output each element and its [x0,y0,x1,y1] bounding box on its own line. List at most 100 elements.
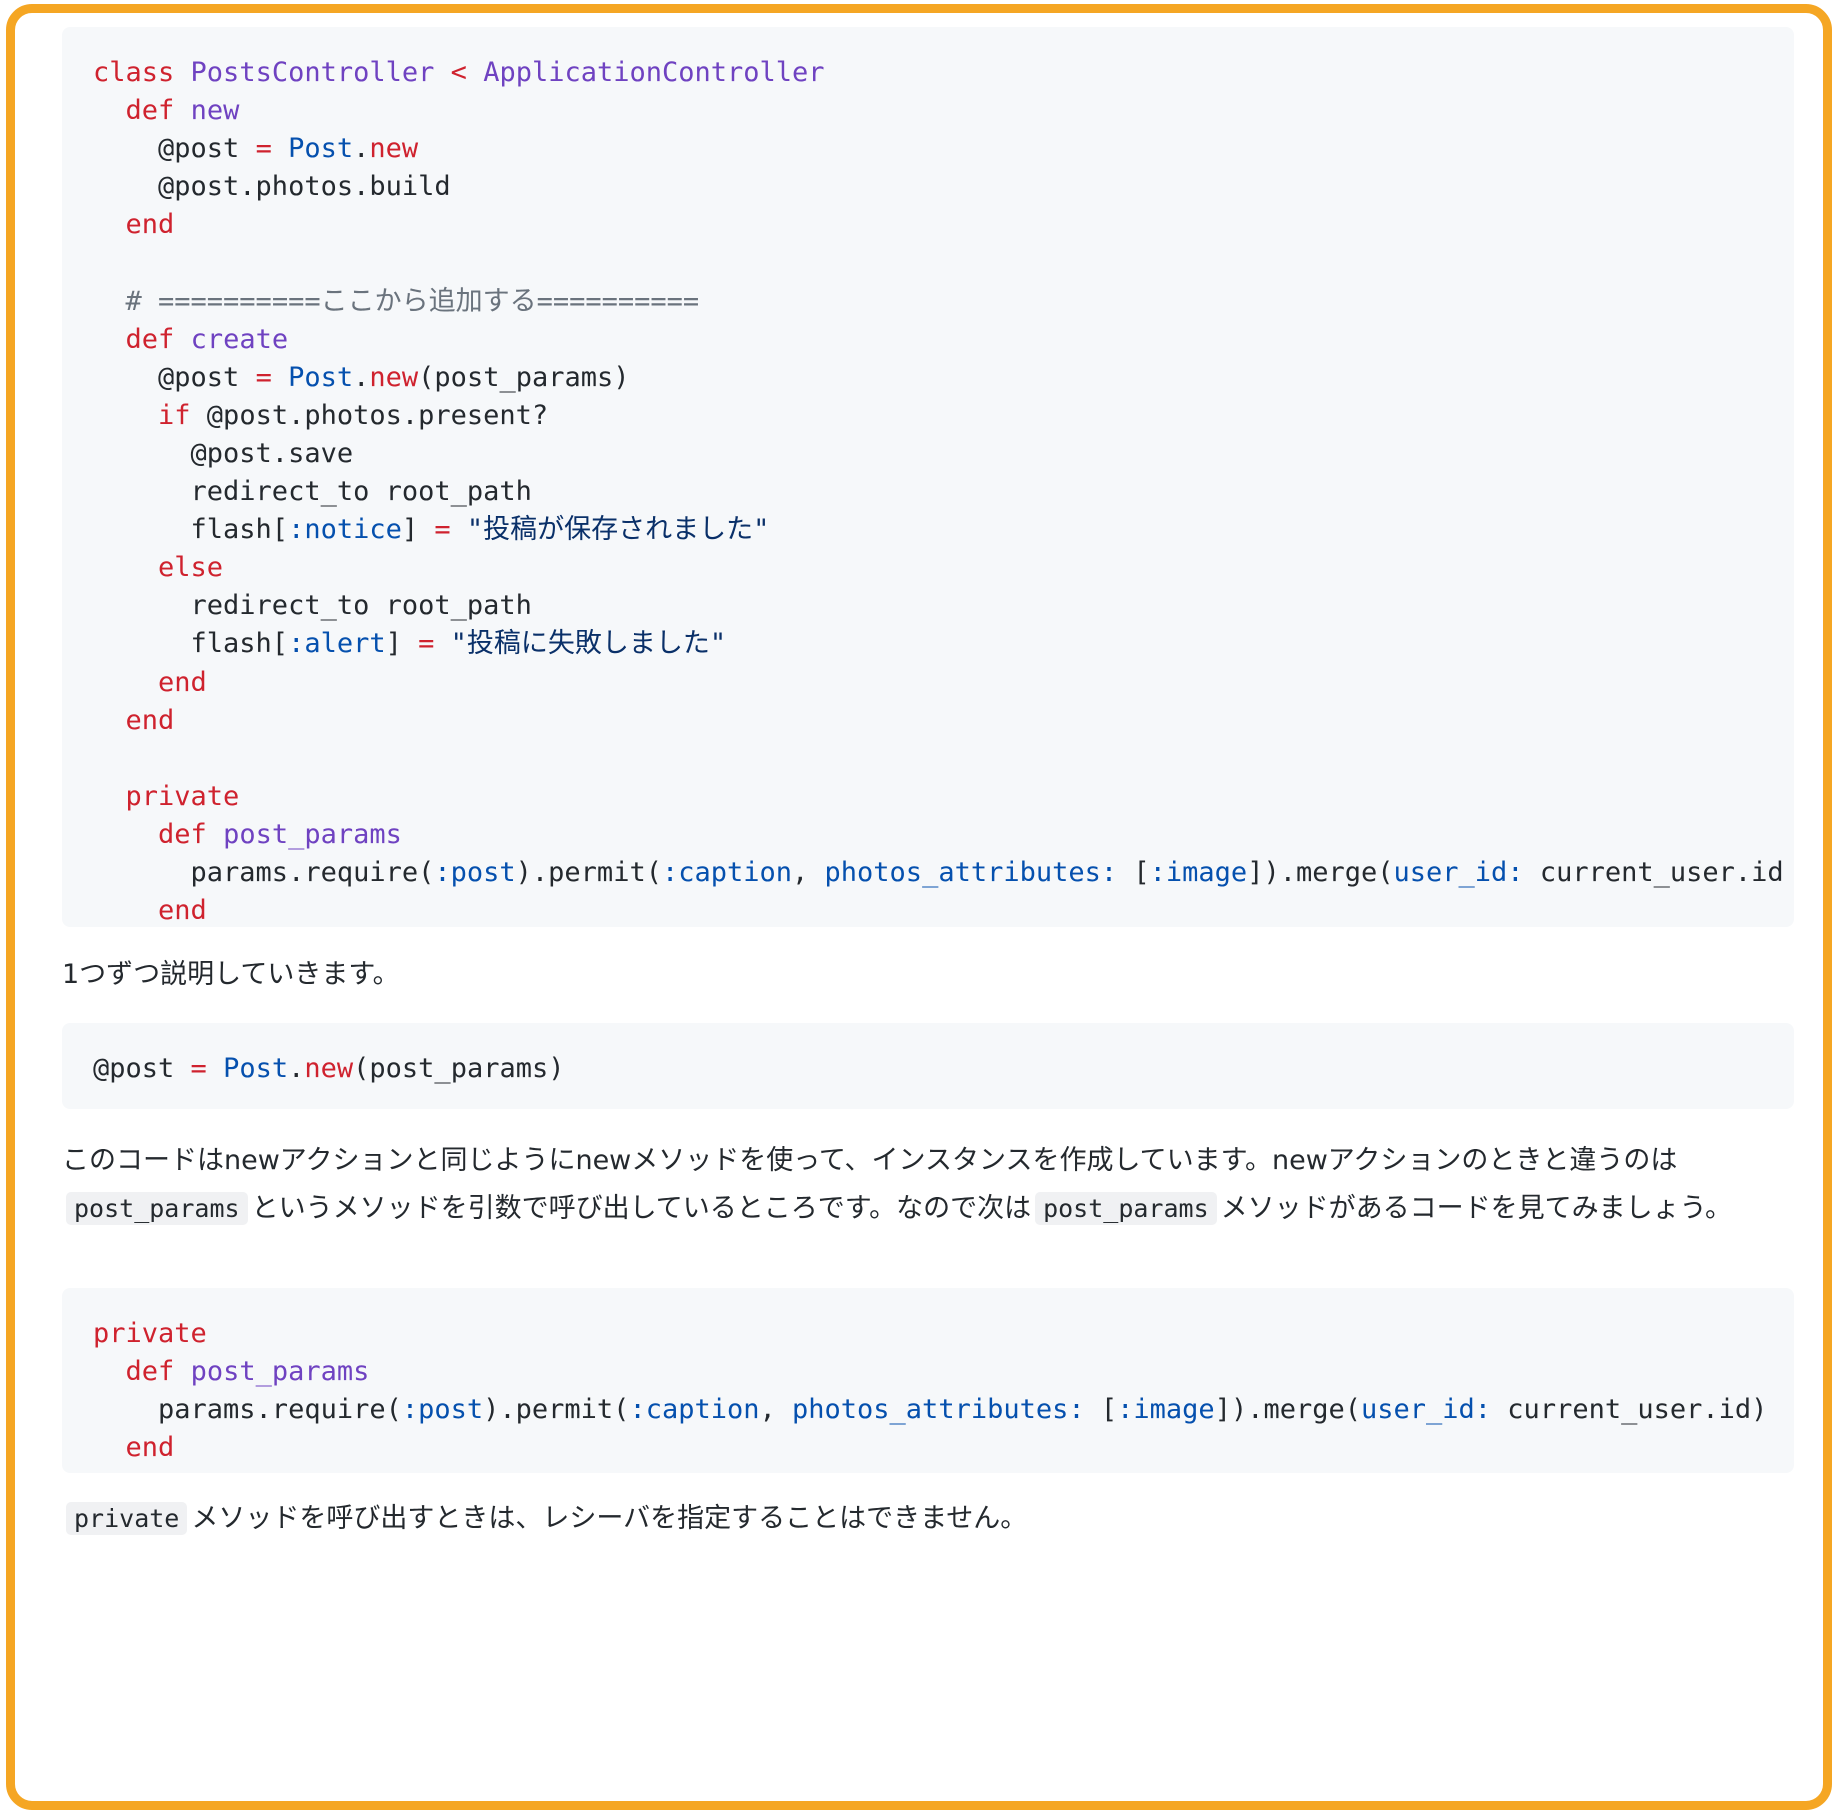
code-line: end [93,892,1763,927]
code-token: (post_params) [418,361,630,393]
code-token: @post [93,1053,191,1084]
code-line: @post = Post.new [93,130,1763,168]
code-token: :alert [288,628,386,660]
code-token: ]).merge( [1214,1394,1361,1426]
code-token: @post [93,361,256,393]
posts-controller-code-block: class PostsController < ApplicationContr… [62,27,1794,927]
code-token: = [255,361,272,393]
code-token: end [125,1432,175,1464]
code-token: def [125,95,175,127]
code-token: new [304,1053,354,1084]
code-token: @post.photos.present? [190,399,549,431]
code-token: # ==========ここから追加する========== [125,285,700,317]
inline-code: private [66,1502,188,1535]
code-token: ] [385,628,419,660]
code-token: ).permit( [483,1394,630,1426]
intro-paragraph: 1つずつ説明していきます。 [62,951,1794,999]
private-note-paragraph: private メソッドを呼び出すときは、レシーバを指定することはできません。 [62,1495,1794,1543]
code-token: . [353,133,370,165]
inline-code: post_params [1035,1192,1217,1225]
code-line: def post_params [93,816,1763,854]
code-line: redirect_to root_path [93,587,1763,625]
code-token: :post [434,856,516,888]
paragraph-text: 1つずつ説明していきます。 [62,959,400,990]
code-token: "投稿が保存されました" [466,514,770,546]
inline-code: post_params [66,1192,248,1225]
code-line: @post = Post.new(post_params) [93,1050,1763,1088]
code-token: end [158,666,207,698]
code-token: , [759,1394,793,1426]
code-line: private [93,778,1763,816]
code-line: redirect_to root_path [93,473,1763,511]
code-token: photos_attributes: [824,856,1118,888]
code-token: "投稿に失敗しました" [450,628,727,660]
code-token: redirect_to root_path [93,476,532,508]
code-line: if @post.photos.present? [93,397,1763,435]
code-token: post_params [223,818,402,850]
code-line: def post_params [93,1353,1763,1391]
code-token: Post [223,1053,289,1084]
code-token: new [190,95,240,127]
code-token: :image [1117,1394,1215,1426]
code-line: params.require(:post).permit(:caption, p… [93,854,1784,892]
code-token: :image [1149,856,1248,888]
paragraph-text: このコードはnewアクションと同じようにnewメソッドを使って、インスタンスを作… [62,1145,1678,1176]
code-token: def [125,1356,175,1388]
code-token: ] [401,514,435,546]
code-token: < [450,57,467,88]
article-content: class PostsController < ApplicationContr… [62,27,1794,1567]
code-token: end [158,895,207,927]
code-token: end [125,704,175,736]
code-token: :post [401,1394,484,1426]
code-token: current_user.id) [1491,1394,1768,1426]
code-line: def create [93,321,1763,359]
code-token: else [158,552,224,584]
code-token: photos_attributes: [792,1394,1085,1426]
code-line: end [93,664,1763,702]
code-token: ]).merge( [1247,856,1394,888]
code-token: :notice [288,514,402,546]
post-new-code-block: @post = Post.new(post_params) [62,1023,1794,1109]
code-token: = [190,1053,207,1084]
code-token: = [434,514,451,546]
code-token: [ [1117,856,1150,888]
code-line: else [93,549,1763,587]
code-token: ).permit( [515,856,662,888]
code-token: flash[ [93,628,289,660]
code-token: create [190,323,289,355]
paragraph-text: メソッドを呼び出すときは、レシーバを指定することはできません。 [191,1503,1028,1534]
paragraph-text: というメソッドを引数で呼び出しているところです。なので次は [251,1193,1032,1224]
code-token: , [792,856,825,888]
code-token: post_params [190,1356,370,1388]
code-token: new [369,133,419,165]
code-token: redirect_to root_path [93,590,532,622]
code-token: new [369,361,419,393]
code-token: [ [1084,1394,1118,1426]
code-token: . [288,1053,305,1084]
code-token: ApplicationController [483,57,825,88]
code-token: @post [93,133,256,165]
code-token: params.require( [93,1394,402,1426]
paragraph-text: メソッドがあるコードを見てみましょう。 [1220,1193,1733,1224]
code-token: Post [288,361,354,393]
code-token: = [255,133,272,165]
post-params-code-block: private def post_params params.require(:… [62,1288,1794,1473]
